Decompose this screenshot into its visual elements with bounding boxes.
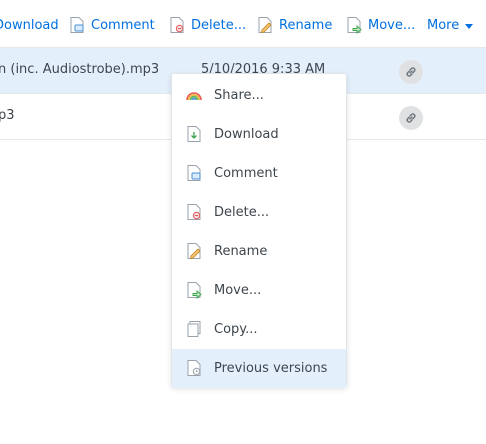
menu-item-share[interactable]: Share... — [172, 76, 346, 115]
delete-label: Delete... — [191, 17, 247, 33]
menu-item-rename[interactable]: Rename — [172, 232, 346, 271]
file-toolbar: Download Comment Delete... Rename Move..… — [0, 0, 486, 48]
delete-button[interactable]: Delete... — [168, 15, 246, 35]
menu-item-label: Comment — [214, 166, 278, 181]
more-label: More — [427, 17, 460, 33]
menu-item-move[interactable]: Move... — [172, 271, 346, 310]
comment-label: Comment — [91, 17, 155, 33]
file-actions-menu: Share... Download Comment Delete... Rena… — [171, 73, 347, 388]
link-icon — [406, 67, 416, 77]
menu-item-label: Copy... — [214, 322, 258, 337]
menu-item-label: Move... — [214, 283, 262, 298]
move-label: Move... — [368, 17, 416, 33]
download-label: Download — [0, 17, 59, 33]
download-button[interactable]: Download — [0, 15, 59, 35]
comment-icon — [185, 164, 203, 182]
menu-item-download[interactable]: Download — [172, 115, 346, 154]
menu-item-label: Share... — [214, 88, 264, 103]
comment-button[interactable]: Comment — [68, 15, 155, 35]
menu-item-previous-versions[interactable]: Previous versions — [172, 349, 346, 388]
file-name: n (inc. Audiostrobe).mp3 — [0, 62, 160, 77]
menu-item-label: Delete... — [214, 205, 270, 220]
rename-button[interactable]: Rename — [256, 15, 332, 35]
link-icon — [406, 113, 416, 123]
comment-icon — [68, 16, 86, 34]
menu-item-label: Rename — [214, 244, 268, 259]
share-rainbow-icon — [185, 86, 203, 104]
menu-item-copy[interactable]: Copy... — [172, 310, 346, 349]
delete-icon — [185, 203, 203, 221]
previous-versions-icon — [185, 359, 203, 377]
rename-icon — [256, 16, 274, 34]
copy-icon — [185, 320, 203, 338]
rename-label: Rename — [279, 17, 333, 33]
share-link-button[interactable] — [399, 60, 423, 84]
file-name: p3 — [0, 108, 15, 123]
menu-item-label: Previous versions — [214, 361, 328, 376]
more-button[interactable]: More — [427, 15, 474, 35]
move-icon — [345, 16, 363, 34]
menu-item-label: Download — [214, 127, 279, 142]
move-icon — [185, 281, 203, 299]
rename-icon — [185, 242, 203, 260]
chevron-down-icon — [465, 23, 474, 29]
move-button[interactable]: Move... — [345, 15, 415, 35]
menu-item-comment[interactable]: Comment — [172, 154, 346, 193]
share-link-button[interactable] — [399, 106, 423, 130]
menu-item-delete[interactable]: Delete... — [172, 193, 346, 232]
delete-icon — [168, 16, 186, 34]
download-icon — [185, 125, 203, 143]
